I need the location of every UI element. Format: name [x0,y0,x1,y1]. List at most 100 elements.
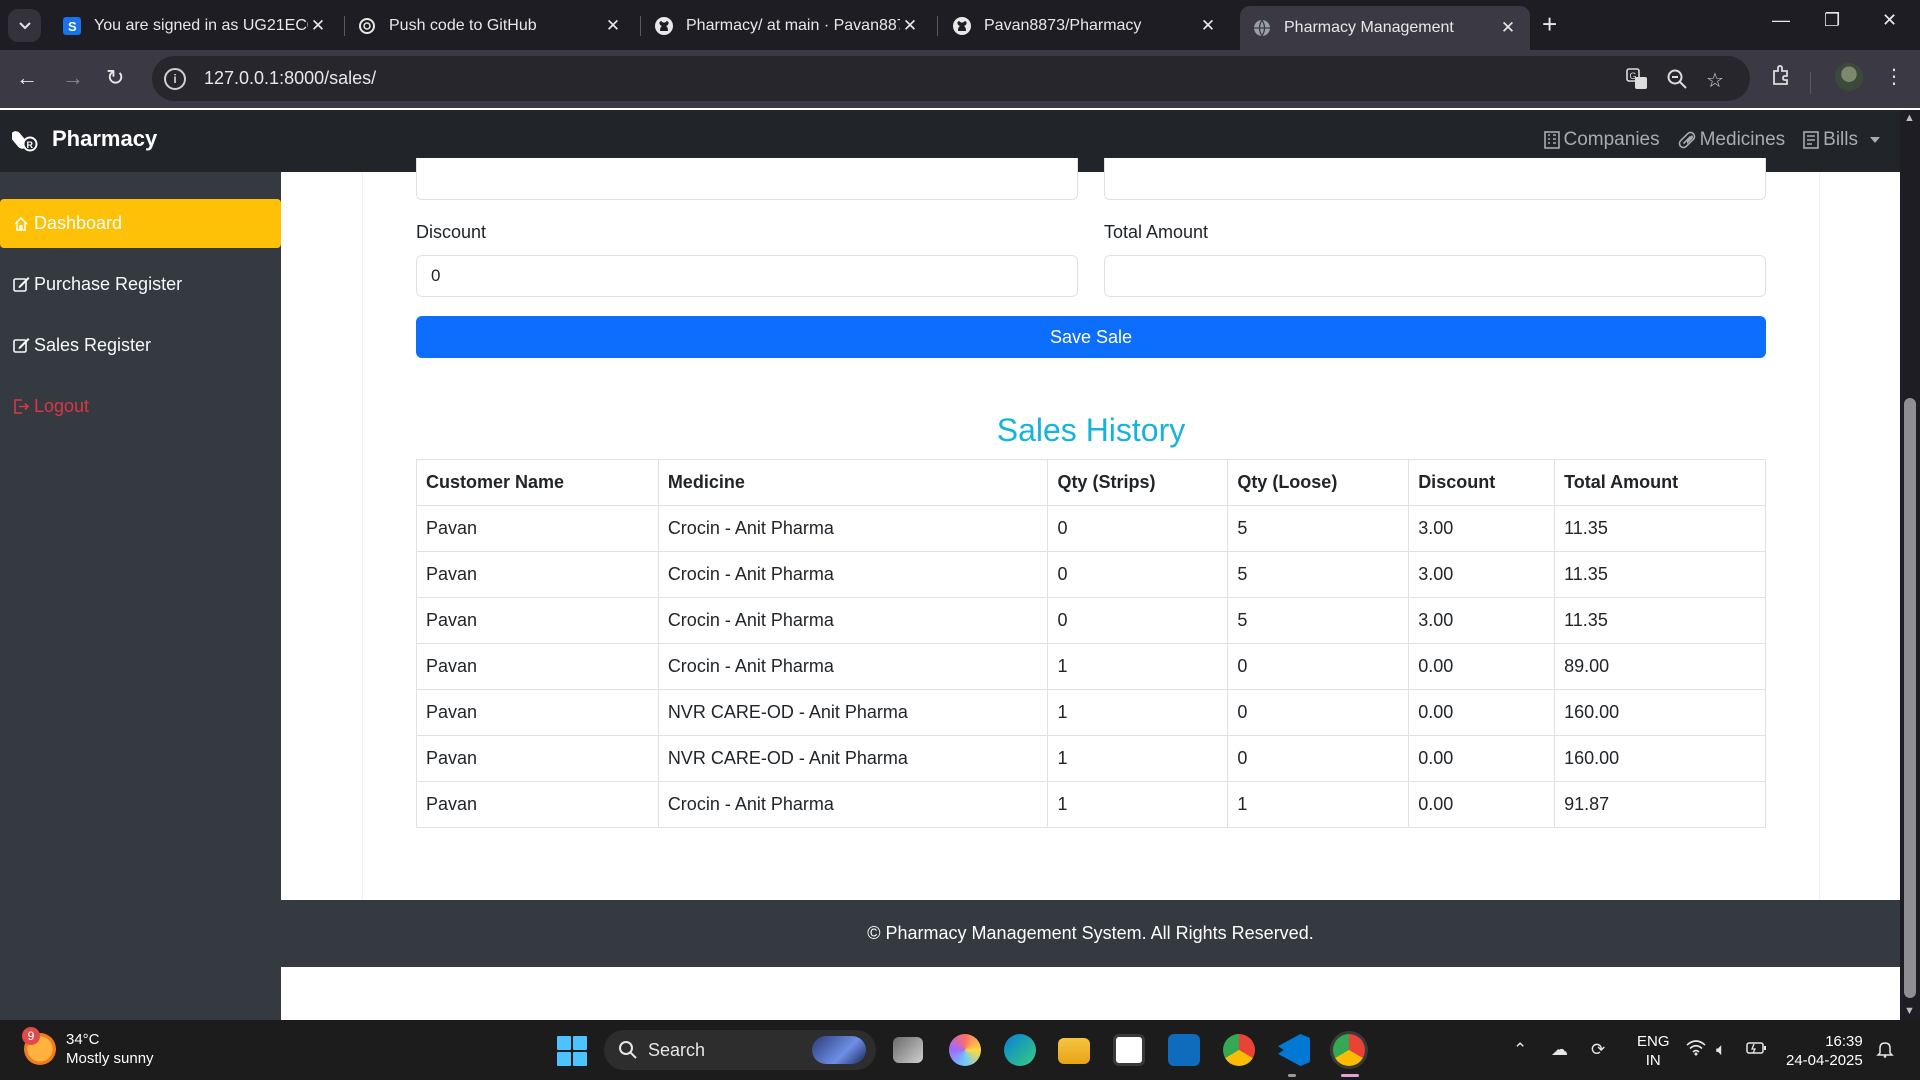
openai-icon [357,16,377,36]
minimize-icon[interactable]: — [1772,10,1790,31]
close-tab-icon[interactable]: ✕ [1498,18,1518,38]
volume-icon[interactable]: 🔈︎ [1716,1040,1726,1060]
sidebar-item-sales-register[interactable]: Sales Register [0,321,281,370]
total-amount-input[interactable] [1104,255,1766,297]
nav-link-companies[interactable]: Companies [1543,129,1660,151]
cell-medicine: Crocin - Anit Pharma [657,551,1049,598]
scroll-down-icon[interactable]: ▼ [1904,1005,1915,1017]
sales-history-table: Customer Name Medicine Qty (Strips) Qty … [416,459,1766,828]
windows-start-icon[interactable] [557,1036,587,1066]
browser-tab-4[interactable]: Pavan8873/Pharmacy ✕ [940,8,1230,44]
address-bar[interactable]: i 127.0.0.1:8000/sales/ G ☆ [152,56,1750,101]
sun-icon: 9 [22,1027,56,1065]
cell-medicine: NVR CARE-OD - Anit Pharma [657,689,1049,736]
discount-input[interactable]: 0 [416,255,1078,297]
sidebar-item-purchase-register[interactable]: Purchase Register [0,260,281,309]
bookmark-star-icon[interactable]: ☆ [1706,68,1724,93]
cell-customer-name: Pavan [416,689,659,736]
sidebar-item-label: Dashboard [34,213,123,233]
cell-qty-strips: 1 [1047,781,1229,828]
brand[interactable]: R Pharmacy [12,126,157,152]
cell-customer-name: Pavan [416,551,659,598]
vscode-icon[interactable] [1278,1034,1310,1066]
battery-icon[interactable] [1746,1040,1766,1060]
profile-avatar[interactable] [1835,63,1863,91]
weather-temperature: 34°C [66,1031,100,1048]
table-row: Pavan Crocin - Anit Pharma 0 5 3.00 11.3… [416,597,1766,644]
tab-title: Pharmacy/ at main · Pavan8873 [686,17,900,34]
sidebar-item-logout[interactable]: Logout [0,382,281,431]
url-text[interactable]: 127.0.0.1:8000/sales/ [204,68,376,89]
chrome-icon[interactable] [1223,1034,1255,1066]
forward-arrow-icon[interactable]: → [62,65,84,91]
nav-link-medicines[interactable]: Medicines [1678,129,1785,151]
wifi-icon[interactable] [1686,1040,1706,1061]
browser-tab-1[interactable]: S You are signed in as UG21EC04 ✕ [50,8,340,44]
close-tab-icon[interactable]: ✕ [308,16,328,36]
sidebar-item-dashboard[interactable]: Dashboard [0,199,281,248]
browser-tab-3[interactable]: Pharmacy/ at main · Pavan8873 ✕ [642,8,932,44]
taskbar-search[interactable]: Search [604,1030,876,1070]
cell-qty-strips: 1 [1047,735,1229,782]
outlook-icon[interactable] [1168,1034,1200,1066]
notification-bell-icon[interactable] [1876,1040,1894,1063]
nav-link-bills-dropdown[interactable]: Bills [1803,129,1880,151]
close-tab-icon[interactable]: ✕ [603,16,623,36]
language-indicator[interactable]: ENG IN [1637,1032,1670,1070]
windows-taskbar: 9 34°C Mostly sunny Search ⌃ ☁ ⟳ ENG IN … [0,1020,1920,1080]
cell-total-amount: 89.00 [1554,643,1766,690]
cell-qty-loose: 0 [1227,689,1410,736]
extensions-icon[interactable] [1770,64,1792,92]
page-scrollbar[interactable]: ▲ ▼ [1900,110,1920,1020]
receipt-icon [1803,131,1819,149]
clock-date: 24-04-2025 [1786,1052,1863,1069]
site-info-icon[interactable]: i [164,67,186,90]
translate-icon[interactable]: G [1626,68,1648,96]
close-tab-icon[interactable]: ✕ [900,16,920,36]
copilot-icon[interactable] [949,1034,981,1066]
page-bottom-area [281,967,1900,1020]
tab-search-button[interactable] [8,9,41,42]
browser-tab-5-active[interactable]: Pharmacy Management ✕ [1240,6,1530,50]
close-tab-icon[interactable]: ✕ [1198,16,1218,36]
tray-chevron-up-icon[interactable]: ⌃ [1513,1040,1527,1060]
cell-total-amount: 11.35 [1554,551,1766,598]
previous-field-right[interactable] [1104,158,1766,200]
system-clock[interactable]: 16:39 24-04-2025 [1786,1032,1863,1070]
onedrive-cloud-icon[interactable]: ☁ [1551,1040,1568,1060]
edit-icon [12,337,30,355]
file-explorer-icon[interactable] [1058,1038,1090,1064]
cell-qty-loose: 0 [1227,735,1410,782]
cell-discount: 0.00 [1408,781,1556,828]
back-arrow-icon[interactable]: ← [16,65,38,91]
table-row: Pavan NVR CARE-OD - Anit Pharma 1 0 0.00… [416,689,1766,736]
sync-icon[interactable]: ⟳ [1591,1040,1605,1060]
more-menu-icon[interactable]: ⋮ [1884,64,1904,89]
reload-icon[interactable]: ↻ [106,65,124,91]
microsoft-store-icon[interactable] [1113,1034,1145,1066]
chrome-profile-icon[interactable] [1333,1034,1365,1066]
new-tab-button[interactable]: + [1542,11,1557,37]
edge-icon[interactable] [1004,1034,1036,1066]
capsule-prescription-icon: R [12,131,38,152]
weather-widget[interactable]: 9 34°C Mostly sunny [22,1027,154,1068]
running-app-indicator [1288,1074,1296,1077]
zoom-icon[interactable] [1666,68,1688,96]
scroll-thumb[interactable] [1904,398,1916,998]
s-square-icon: S [62,16,82,36]
close-window-icon[interactable]: ✕ [1882,10,1897,31]
total-amount-label: Total Amount [1104,222,1209,242]
active-app-indicator [1341,1074,1359,1077]
scroll-up-icon[interactable]: ▲ [1904,112,1915,124]
previous-field-left[interactable] [416,158,1078,200]
restore-icon[interactable]: ❐ [1824,10,1840,31]
region-code: IN [1645,1052,1661,1069]
cell-qty-loose: 5 [1227,505,1410,552]
cell-qty-loose: 0 [1227,643,1410,690]
column-header-total-amount: Total Amount [1554,459,1766,506]
cell-discount: 0.00 [1408,643,1556,690]
save-sale-button[interactable]: Save Sale [416,316,1766,358]
task-view-icon[interactable] [893,1037,923,1063]
table-row: Pavan Crocin - Anit Pharma 0 5 3.00 11.3… [416,505,1766,552]
browser-tab-2[interactable]: Push code to GitHub ✕ [345,8,635,44]
